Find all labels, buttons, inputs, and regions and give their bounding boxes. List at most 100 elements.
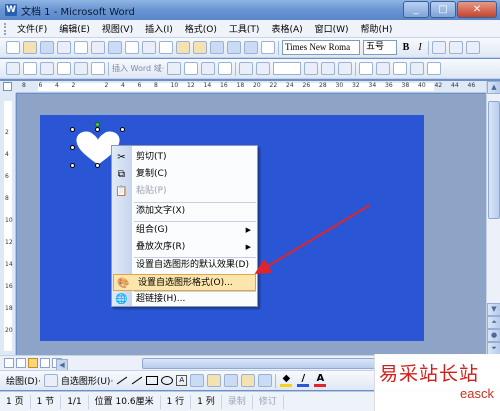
highlight-fields-icon[interactable]	[184, 62, 199, 75]
minimize-button[interactable]: _	[403, 1, 429, 18]
merge-to-printer-icon[interactable]	[393, 62, 408, 75]
vertical-ruler[interactable]: 2 4 6 8 10 12 14 16 18 20	[0, 93, 16, 355]
menubar-grip[interactable]	[4, 22, 7, 35]
menu-item-format-autoshape[interactable]: 🎨 设置自选图形格式(O)...	[113, 274, 256, 291]
save-icon[interactable]	[40, 41, 54, 54]
research-icon[interactable]	[125, 41, 139, 54]
match-fields-icon[interactable]	[201, 62, 216, 75]
fill-color-icon[interactable]: ◆	[279, 374, 293, 387]
resize-handle-top-left[interactable]	[70, 127, 75, 132]
menu-tools[interactable]: 工具(T)	[223, 22, 266, 35]
line-tool-icon[interactable]	[117, 376, 128, 385]
textbox-tool-icon[interactable]: A	[176, 375, 188, 386]
wordart-icon[interactable]	[207, 374, 222, 387]
font-color-icon[interactable]: A	[313, 374, 327, 387]
menu-item-set-default-effect[interactable]: 设置自选图形的默认效果(D)	[112, 257, 257, 274]
maximize-button[interactable]: □	[430, 1, 456, 18]
open-data-source-icon[interactable]	[23, 62, 37, 75]
undo-icon[interactable]	[210, 41, 224, 54]
main-document-setup-icon[interactable]	[6, 62, 20, 75]
print-preview-icon[interactable]	[91, 41, 105, 54]
bold-button[interactable]: B	[400, 42, 412, 53]
horizontal-ruler[interactable]: 8 6 4 2 2 4 6 8 10 12 14 16 18 20 22 24 26 28 30 32 34 36 38 40…	[16, 81, 486, 93]
recipients-icon[interactable]	[40, 62, 54, 75]
status-record-macro[interactable]: 录制	[222, 394, 253, 409]
autoshapes-menu-button[interactable]: 自选图形(U)·	[61, 374, 113, 387]
font-name-select[interactable]: Times New Roma	[282, 40, 360, 55]
select-objects-icon[interactable]	[43, 374, 58, 387]
format-painter-icon[interactable]	[193, 41, 207, 54]
open-folder-icon[interactable]	[23, 41, 37, 54]
copy-icon[interactable]	[159, 41, 173, 54]
menu-format[interactable]: 格式(O)	[179, 22, 223, 35]
next-record-icon[interactable]	[304, 62, 319, 75]
new-document-icon[interactable]	[6, 41, 20, 54]
propagate-labels-icon[interactable]	[218, 62, 233, 75]
merge-to-fax-icon[interactable]	[427, 62, 442, 75]
line-color-icon[interactable]: /	[296, 374, 310, 387]
last-record-icon[interactable]	[321, 62, 336, 75]
menu-item-cut[interactable]: ✂ 剪切(T)	[112, 149, 257, 166]
previous-page-icon[interactable]: ⏶	[487, 316, 500, 329]
scroll-up-arrow-icon[interactable]: ▲	[487, 81, 500, 94]
previous-record-icon[interactable]	[256, 62, 271, 75]
menu-edit[interactable]: 编辑(E)	[53, 22, 96, 35]
check-errors-icon[interactable]	[359, 62, 374, 75]
paste-icon[interactable]	[176, 41, 190, 54]
menu-file[interactable]: 文件(F)	[11, 22, 53, 35]
merge-to-email-icon[interactable]	[410, 62, 425, 75]
align-center-icon[interactable]	[449, 41, 463, 54]
scroll-down-arrow-icon[interactable]: ▼	[487, 303, 500, 316]
diagram-icon[interactable]	[224, 374, 239, 387]
vertical-textbox-icon[interactable]	[190, 374, 205, 387]
select-browse-object-icon[interactable]: ●	[487, 329, 500, 342]
menu-view[interactable]: 视图(V)	[96, 22, 139, 35]
menu-window[interactable]: 窗口(W)	[309, 22, 355, 35]
print-layout-view-button[interactable]	[28, 358, 38, 368]
resize-handle-bottom[interactable]	[95, 163, 100, 168]
menu-item-hyperlink[interactable]: 🌐 超链接(H)...	[112, 291, 257, 308]
cut-icon[interactable]	[142, 41, 156, 54]
font-size-select[interactable]: 五号	[363, 40, 397, 55]
vertical-scroll-thumb[interactable]	[488, 101, 500, 219]
menu-table[interactable]: 表格(A)	[265, 22, 308, 35]
menu-item-copy[interactable]: ⧉ 复制(C)	[112, 166, 257, 183]
menu-item-add-text[interactable]: 添加文字(X)	[112, 203, 257, 220]
menu-insert[interactable]: 插入(I)	[139, 22, 179, 35]
insert-address-block-icon[interactable]	[57, 62, 71, 75]
tab-selector[interactable]	[0, 81, 16, 93]
rectangle-tool-icon[interactable]	[146, 376, 159, 385]
resize-handle-left[interactable]	[70, 145, 75, 150]
first-record-icon[interactable]	[239, 62, 254, 75]
insert-word-field-button[interactable]: 插入 Word 域·	[112, 63, 164, 74]
record-number-input[interactable]	[273, 62, 302, 75]
vertical-scrollbar[interactable]: ▲ ▼ ⏶ ● ⏷	[486, 81, 500, 355]
print-icon[interactable]	[74, 41, 88, 54]
menu-item-order[interactable]: 叠放次序(R) ▶	[112, 239, 257, 256]
align-right-icon[interactable]	[466, 41, 480, 54]
draw-menu-button[interactable]: 绘图(D)·	[6, 374, 41, 387]
menu-item-paste[interactable]: 📋 粘贴(P)	[112, 183, 257, 200]
menu-help[interactable]: 帮助(H)	[355, 22, 399, 35]
view-merged-data-icon[interactable]	[167, 62, 182, 75]
spelling-icon[interactable]	[108, 41, 122, 54]
find-entry-icon[interactable]	[338, 62, 353, 75]
table-icon[interactable]	[261, 41, 275, 54]
clip-art-icon[interactable]	[241, 374, 256, 387]
redo-icon[interactable]	[227, 41, 241, 54]
merge-to-document-icon[interactable]	[376, 62, 391, 75]
resize-handle-top-right[interactable]	[120, 127, 125, 132]
hyperlink-icon[interactable]	[244, 41, 258, 54]
oval-tool-icon[interactable]	[161, 376, 174, 385]
resize-handle-top[interactable]	[95, 127, 100, 132]
align-left-icon[interactable]	[432, 41, 446, 54]
insert-greeting-icon[interactable]	[74, 62, 88, 75]
menu-item-group[interactable]: 组合(G) ▶	[112, 222, 257, 239]
resize-handle-bottom-left[interactable]	[70, 163, 75, 168]
web-layout-view-button[interactable]	[16, 358, 26, 368]
permission-icon[interactable]	[57, 41, 71, 54]
insert-merge-fields-icon[interactable]	[91, 62, 105, 75]
insert-picture-icon[interactable]	[258, 374, 273, 387]
outline-view-button[interactable]	[40, 358, 50, 368]
arrow-tool-icon[interactable]	[132, 376, 143, 385]
